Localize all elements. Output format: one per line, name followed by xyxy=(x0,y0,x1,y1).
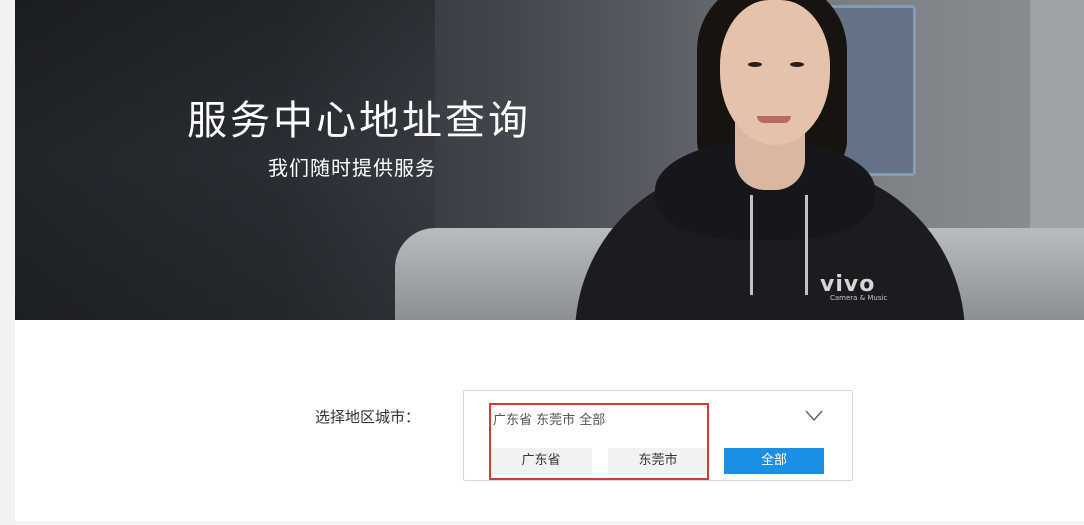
province-tab[interactable]: 广东省 xyxy=(490,448,592,474)
district-tab-all[interactable]: 全部 xyxy=(724,448,824,474)
staff-photo-mouth xyxy=(757,116,791,123)
city-tab[interactable]: 东莞市 xyxy=(608,448,708,474)
hoodie-string xyxy=(805,195,808,295)
staff-photo-eye xyxy=(790,62,804,67)
hoodie-string xyxy=(750,195,753,295)
vivo-logo-subtext: Camera & Music xyxy=(830,294,888,302)
page: vivo Camera & Music 服务中心地址查询 我们随时提供服务 选择… xyxy=(15,0,1084,521)
hero-banner: vivo Camera & Music 服务中心地址查询 我们随时提供服务 xyxy=(15,0,1084,320)
banner-background-pillar xyxy=(1030,0,1084,230)
page-subtitle: 我们随时提供服务 xyxy=(268,156,436,180)
region-select-value[interactable]: 广东省 东莞市 全部 xyxy=(493,409,605,428)
staff-photo-face xyxy=(720,0,830,145)
region-select-label: 选择地区城市： xyxy=(315,408,421,426)
page-title: 服务中心地址查询 xyxy=(187,98,531,144)
chevron-down-icon[interactable] xyxy=(805,410,823,422)
staff-photo-eye xyxy=(748,62,762,67)
